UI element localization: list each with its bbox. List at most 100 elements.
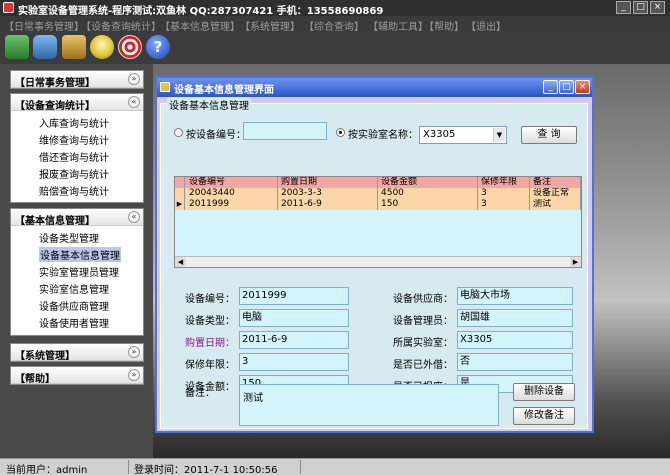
scroll-left-icon[interactable]: ◀ <box>175 257 186 267</box>
sidebar-item-scrap-query[interactable]: 报废查询与统计 <box>39 166 109 181</box>
collapse-icon[interactable]: « <box>128 211 140 223</box>
grid-indicator-cell <box>175 188 185 199</box>
app-title-bar: 实验室设备管理系统-程序测试:双鱼林 QQ:287307421 手机：13558… <box>0 0 670 17</box>
column-header[interactable]: 保修年限 <box>478 177 530 188</box>
minimize-button[interactable]: _ <box>543 80 558 94</box>
panel-basic: 【基本信息管理】 « 设备类型管理 设备基本信息管理 实验室管理员管理 实验室信… <box>10 208 144 336</box>
lightbulb-icon[interactable] <box>90 35 114 59</box>
panel-header-basic[interactable]: 【基本信息管理】 « <box>11 209 143 227</box>
column-header[interactable]: 购置日期 <box>278 177 378 188</box>
scroll-right-icon[interactable]: ▶ <box>570 257 581 267</box>
table-row[interactable]: 20043440 2003-3-3 4500 3 设备正常 <box>175 188 581 199</box>
dialog-icon <box>160 82 170 92</box>
sidebar-item-repair-query[interactable]: 维修查询与统计 <box>39 132 109 147</box>
manager-label: 设备管理员： <box>393 316 453 327</box>
equip-no-field[interactable]: 2011999 <box>239 287 349 305</box>
panel-header-query[interactable]: 【设备查询统计】 « <box>11 94 143 112</box>
sidebar-item-user[interactable]: 设备使用者管理 <box>39 315 109 330</box>
lent-field[interactable]: 否 <box>457 353 573 371</box>
expand-icon[interactable]: » <box>128 73 140 85</box>
column-header[interactable]: 备注 <box>530 177 581 188</box>
table-cell: 2011999 <box>186 199 278 210</box>
sidebar-item-compensate-query[interactable]: 赔偿查询与统计 <box>39 183 109 198</box>
groupbox-label: 设备基本信息管理 <box>167 97 251 112</box>
menu-basic[interactable]: 【基本信息管理】 <box>160 18 240 33</box>
menu-query[interactable]: 【设备查询统计】 <box>81 18 161 33</box>
sidebar-item-equip-type[interactable]: 设备类型管理 <box>39 230 99 245</box>
expand-icon[interactable]: » <box>128 369 140 381</box>
dialog-title-bar[interactable]: 设备基本信息管理界面 _ □ × <box>157 78 592 97</box>
note-label: 备注： <box>185 388 215 399</box>
user-manage-icon[interactable] <box>62 35 86 59</box>
close-button[interactable]: × <box>575 80 590 94</box>
lab-select-value: X3305 <box>423 129 456 140</box>
equip-number-search-input[interactable] <box>243 122 327 140</box>
current-user: 当前用户：admin <box>6 465 88 475</box>
status-divider <box>128 460 129 474</box>
equip-type-field[interactable]: 电脑 <box>239 309 349 327</box>
maximize-button[interactable]: □ <box>633 1 648 14</box>
note-textarea[interactable]: 测试 <box>239 384 499 426</box>
radio-by-number[interactable] <box>174 128 183 137</box>
supplier-field[interactable]: 电脑大市场 <box>457 287 573 305</box>
grid-horizontal-scrollbar[interactable]: ◀ ▶ <box>175 256 581 267</box>
minimize-button[interactable]: _ <box>616 1 631 14</box>
lab-label: 所属实验室： <box>393 338 453 349</box>
grid-indicator-cell <box>175 177 185 188</box>
equip-no-label: 设备编号： <box>185 294 235 305</box>
panel-daily: 【日常事务管理】 » <box>10 70 144 89</box>
table-cell: 150 <box>378 199 478 210</box>
menu-exit[interactable]: 【退出】 <box>466 18 506 33</box>
sidebar-item-supplier[interactable]: 设备供应商管理 <box>39 298 109 313</box>
menu-help[interactable]: 【帮助】 <box>424 18 464 33</box>
panel-query: 【设备查询统计】 « 入库查询与统计 维修查询与统计 借还查询与统计 报废查询与… <box>10 93 144 203</box>
sidebar-item-borrow-query[interactable]: 借还查询与统计 <box>39 149 109 164</box>
sidebar-item-lab-info[interactable]: 实验室信息管理 <box>39 281 109 296</box>
panel-header-daily[interactable]: 【日常事务管理】 » <box>11 71 143 89</box>
collapse-icon[interactable]: « <box>128 96 140 108</box>
table-cell: 测试 <box>530 199 581 210</box>
table-cell: 2003-3-3 <box>278 188 378 199</box>
lent-label: 是否已外借： <box>393 360 453 371</box>
query-button[interactable]: 查 询 <box>521 126 577 144</box>
sidebar-item-stockin-query[interactable]: 入库查询与统计 <box>39 115 109 130</box>
sidebar-item-lab-admin[interactable]: 实验室管理员管理 <box>39 264 119 279</box>
delete-equipment-button[interactable]: 删除设备 <box>513 383 575 401</box>
column-header[interactable]: 设备金额 <box>378 177 478 188</box>
app-icon <box>3 2 14 13</box>
maximize-button[interactable]: □ <box>559 80 574 94</box>
panel-header-system[interactable]: 【系统管理】 » <box>11 344 143 362</box>
computer-icon[interactable] <box>33 35 57 59</box>
row-pointer-icon: ▶ <box>175 199 185 210</box>
purchase-date-field[interactable]: 2011-6-9 <box>239 331 349 349</box>
users-icon[interactable] <box>5 35 29 59</box>
chevron-down-icon: ▼ <box>493 128 505 142</box>
lab-field[interactable]: X3305 <box>457 331 573 349</box>
panel-label: 【基本信息管理】 <box>15 216 95 227</box>
table-row[interactable]: ▶ 2011999 2011-6-9 150 3 测试 <box>175 199 581 210</box>
help-icon[interactable]: ? <box>146 35 170 59</box>
sidebar: 【日常事务管理】 » 【设备查询统计】 « 入库查询与统计 维修查询与统计 借还… <box>0 64 153 458</box>
panel-header-help[interactable]: 【帮助】 » <box>11 367 143 385</box>
equipment-groupbox: 设备基本信息管理 按设备编号： 按实验室名称： X3305 ▼ 查 询 设备编号… <box>160 97 588 429</box>
menu-daily[interactable]: 【日常事务管理】 <box>4 18 84 33</box>
expand-icon[interactable]: » <box>128 346 140 358</box>
radio-by-lab[interactable] <box>336 128 345 137</box>
menu-tools[interactable]: 【辅助工具】 <box>368 18 428 33</box>
close-button[interactable]: × <box>650 1 665 14</box>
warranty-label: 保修年限： <box>185 360 235 371</box>
edit-note-button[interactable]: 修改备注 <box>513 407 575 425</box>
sidebar-item-equip-info[interactable]: 设备基本信息管理 <box>39 247 121 262</box>
manager-field[interactable]: 胡国雄 <box>457 309 573 327</box>
menu-system[interactable]: 【系统管理】 <box>240 18 300 33</box>
lab-select[interactable]: X3305 ▼ <box>419 126 507 144</box>
menu-search[interactable]: 【综合查询】 <box>304 18 364 33</box>
panel-system: 【系统管理】 » <box>10 343 144 362</box>
column-header[interactable]: 设备编号 <box>186 177 278 188</box>
toolbar: ? <box>0 32 670 64</box>
target-icon[interactable] <box>118 35 142 59</box>
warranty-field[interactable]: 3 <box>239 353 349 371</box>
menu-bar: 【日常事务管理】 【设备查询统计】 【基本信息管理】 【系统管理】 【综合查询】… <box>0 16 670 33</box>
equipment-grid: 设备编号 购置日期 设备金额 保修年限 备注 20043440 2003-3-3… <box>174 176 582 268</box>
by-number-label: 按设备编号： <box>186 130 246 141</box>
